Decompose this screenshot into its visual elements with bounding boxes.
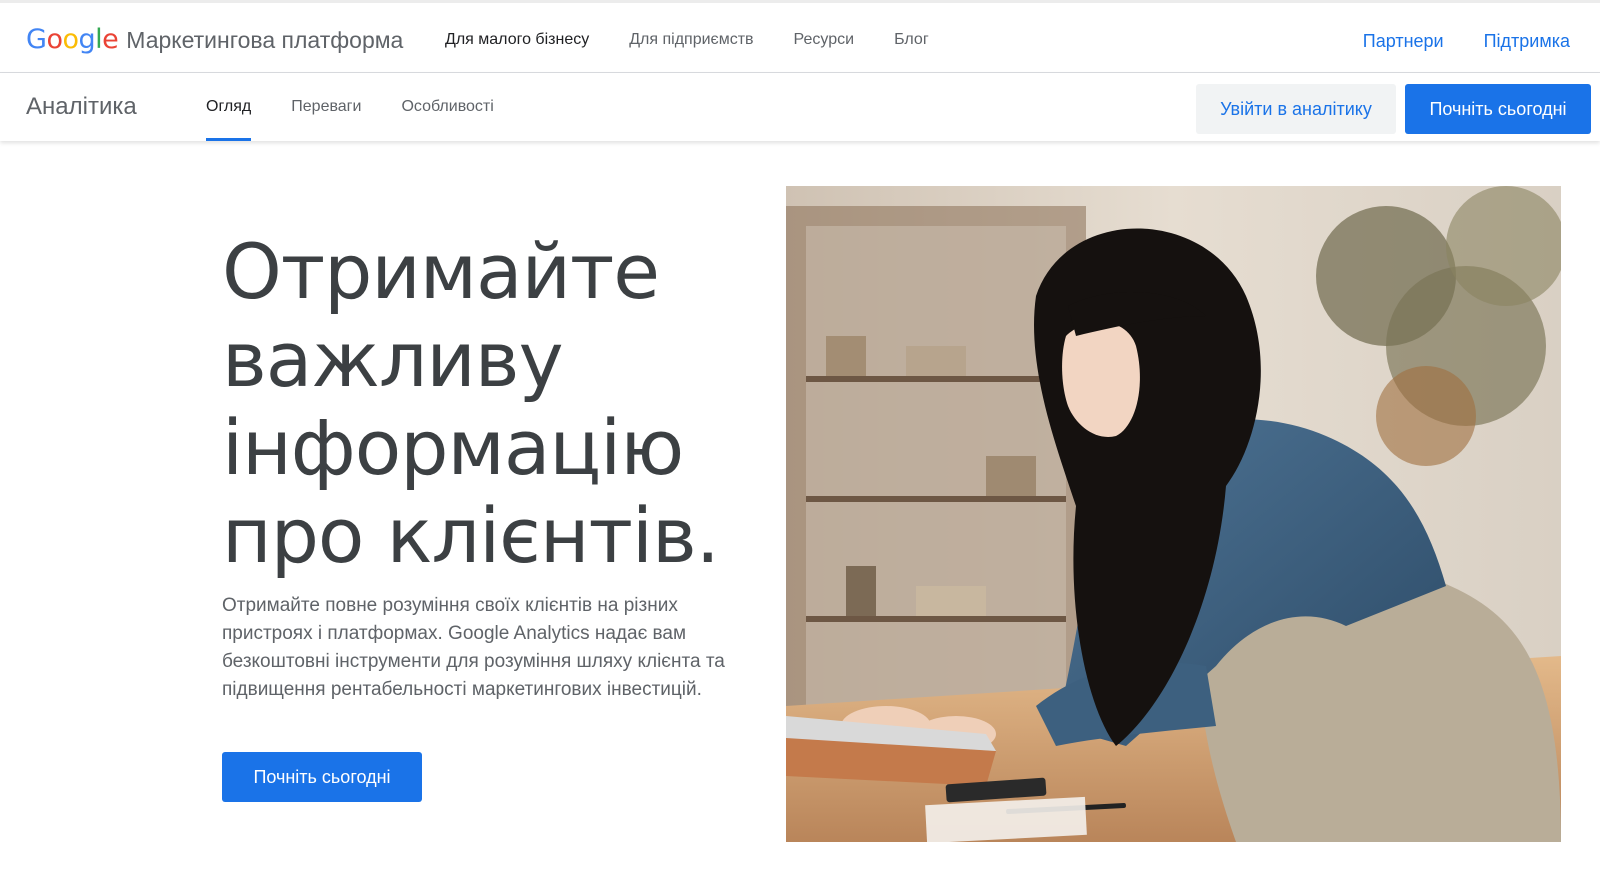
logo-letter: g — [78, 24, 96, 55]
nav-resources[interactable]: Ресурси — [794, 31, 855, 49]
hero-title-line: важливу — [222, 315, 564, 404]
nav-enterprise[interactable]: Для підприємств — [629, 31, 753, 49]
product-name: Маркетингова платформа — [126, 27, 404, 53]
hero-photo — [786, 186, 1561, 842]
hero-title: Отримайте важливу інформацію про клієнті… — [222, 228, 762, 580]
start-today-hero-button[interactable]: Почніть сьогодні — [222, 752, 422, 802]
logo-letter: e — [102, 24, 119, 55]
partners-link[interactable]: Партнери — [1363, 31, 1444, 52]
sign-in-analytics-button[interactable]: Увійти в аналітику — [1196, 84, 1396, 134]
tab-benefits[interactable]: Переваги — [291, 73, 361, 141]
tab-features[interactable]: Особливості — [401, 73, 493, 141]
woman-laptop-illustration — [786, 186, 1561, 842]
hero-title-line: про клієнтів. — [222, 491, 720, 580]
product-subheader: Аналітика Огляд Переваги Особливості Уві… — [0, 73, 1600, 141]
logo-letter: o — [46, 24, 63, 55]
hero-title-line: інформацію — [222, 403, 684, 492]
nav-blog[interactable]: Блог — [894, 31, 929, 49]
primary-nav: Для малого бізнесу Для підприємств Ресур… — [445, 31, 969, 49]
google-marketing-platform-logo[interactable]: Google Маркетингова платформа — [26, 24, 403, 55]
google-wordmark: Google — [26, 24, 119, 55]
top-navigation-bar: Google Маркетингова платформа Для малого… — [0, 0, 1600, 73]
nav-small-business[interactable]: Для малого бізнесу — [445, 31, 589, 49]
support-link[interactable]: Підтримка — [1484, 31, 1570, 52]
start-today-header-button[interactable]: Почніть сьогодні — [1405, 84, 1591, 134]
hero-title-line: Отримайте — [222, 227, 660, 316]
logo-letter: o — [62, 24, 79, 55]
utility-links: Партнери Підтримка — [1323, 31, 1570, 52]
tab-overview[interactable]: Огляд — [206, 73, 252, 141]
product-tabs: Огляд Переваги Особливості — [206, 73, 534, 141]
product-title[interactable]: Аналітика — [26, 93, 137, 121]
hero-description: Отримайте повне розуміння своїх клієнтів… — [222, 595, 725, 700]
logo-letter: G — [26, 24, 47, 55]
